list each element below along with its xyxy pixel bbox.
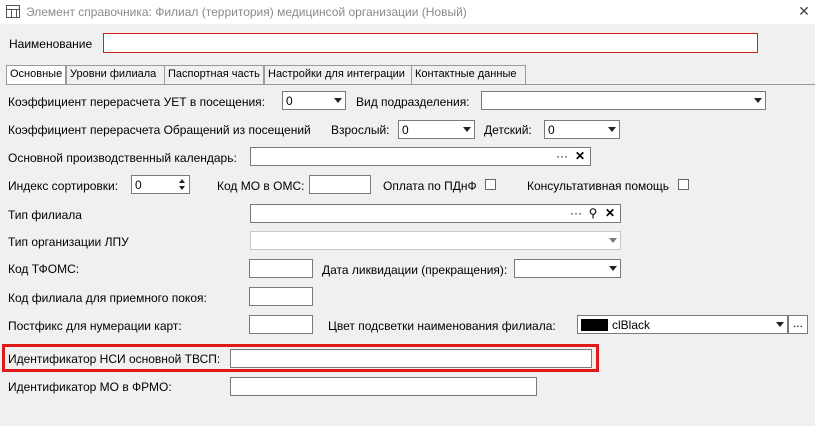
pdnf-checkbox[interactable] [485,179,496,190]
ellipsis-icon[interactable]: ··· [569,206,583,221]
frmo-label: Идентификатор МО в ФРМО: [8,380,172,394]
liquidation-label: Дата ликвидации (прекращения): [322,263,508,277]
uet-select[interactable]: 0 [282,91,346,110]
chevron-down-icon [463,127,471,132]
reception-label: Код филиала для приемного покоя: [8,291,207,305]
tab-integration[interactable]: Настройки для интеграции [264,65,412,84]
chevron-down-icon [608,127,616,132]
mo-oms-label: Код МО в ОМС: [217,179,305,193]
division-label: Вид подразделения: [356,95,470,109]
tab-passport[interactable]: Паспортная часть [164,65,264,84]
window-title: Элемент справочника: Филиал (территория)… [26,5,467,19]
color-label: Цвет подсветки наименования филиала: [328,319,556,333]
tfoms-input[interactable] [249,259,313,278]
consult-checkbox[interactable] [678,179,689,190]
branch-type-label: Тип филиала [8,208,82,222]
frmo-input[interactable] [230,377,537,396]
nsi-label: Идентификатор НСИ основной ТВСП: [8,352,221,366]
chevron-down-icon [609,238,617,243]
tab-contacts[interactable]: Контактные данные [411,65,526,84]
clear-icon[interactable]: ✕ [573,149,587,164]
appeals-label: Коэффициент перерасчета Обращений из пос… [8,123,311,137]
tfoms-label: Код ТФОМС: [8,262,80,276]
adult-label: Взрослый: [331,123,390,137]
lpu-type-label: Тип организации ЛПУ [8,235,129,249]
nsi-input[interactable] [230,349,592,368]
calendar-input[interactable]: ··· ✕ [250,147,591,166]
chevron-down-icon [776,322,784,327]
adult-select[interactable]: 0 [398,120,475,139]
consult-label: Консультативная помощь [527,179,670,193]
tab-main[interactable]: Основные [6,65,66,85]
uet-label: Коэффициент перерасчета УЕТ в посещения: [8,95,265,109]
child-label: Детский: [484,123,532,137]
name-label: Наименование [9,37,93,51]
reception-input[interactable] [249,287,313,306]
tab-branch-levels[interactable]: Уровни филиала [66,65,165,84]
chevron-down-icon [609,266,617,271]
postfix-label: Постфикс для нумерации карт: [8,319,182,333]
title-bar: Элемент справочника: Филиал (территория)… [0,0,815,24]
chevron-down-icon [334,98,342,103]
name-input[interactable] [103,33,758,53]
chevron-down-icon [754,98,762,103]
sort-stepper[interactable]: 0 [131,175,190,194]
postfix-input[interactable] [249,315,313,334]
color-select[interactable]: clBlack [577,315,788,334]
ellipsis-icon[interactable]: ··· [555,149,569,164]
close-icon[interactable]: ✕ [796,3,812,19]
color-swatch [581,319,608,331]
sort-label: Индекс сортировки: [8,179,119,193]
child-select[interactable]: 0 [544,120,620,139]
division-select[interactable] [481,91,766,110]
spin-up-icon[interactable] [179,179,185,183]
table-icon [6,5,20,18]
clear-icon[interactable]: ✕ [603,206,617,221]
liquidation-date[interactable] [514,259,621,278]
lpu-type-select[interactable] [250,231,621,250]
search-icon[interactable]: ⚲ [586,206,600,221]
pdnf-label: Оплата по ПДнФ [383,179,477,193]
mo-oms-input[interactable] [309,175,371,194]
tab-divider [6,84,815,85]
calendar-label: Основной производственный календарь: [8,151,237,165]
branch-type-input[interactable]: ··· ⚲ ✕ [250,204,621,223]
color-more-button[interactable]: ... [788,315,808,334]
spin-down-icon[interactable] [179,186,185,190]
